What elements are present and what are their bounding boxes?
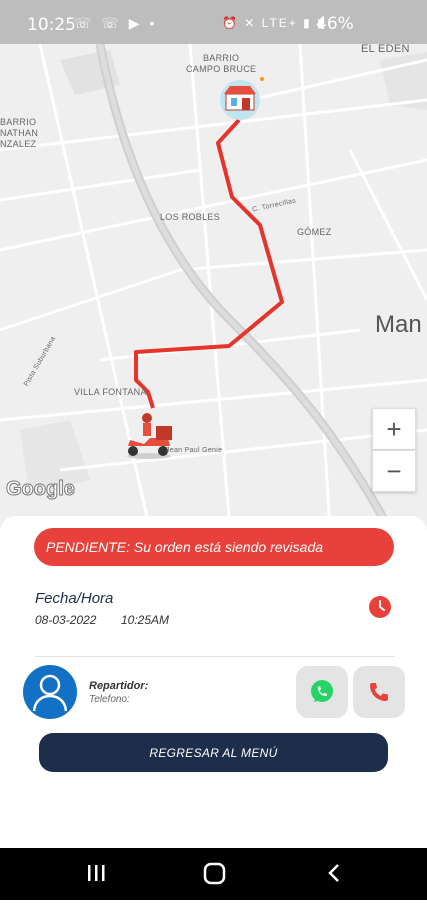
map-streets [0, 44, 427, 530]
order-date: 08-03-2022 [35, 613, 97, 627]
google-logo: Google [6, 478, 76, 501]
recent-apps-icon[interactable] [88, 865, 105, 881]
home-icon[interactable] [203, 862, 226, 885]
status-time: 10:25 [27, 15, 76, 35]
courier-phone-label: Telefono: [89, 694, 130, 705]
map-label-managua: Man [375, 311, 422, 338]
section-divider [35, 656, 395, 657]
date-time-label: Fecha/Hora [35, 590, 114, 607]
map-label-villa-fontana: VILLA FONTANA [74, 387, 147, 397]
map-label-los-robles: LOS ROBLES [160, 212, 221, 222]
battery-level: 46% [316, 14, 354, 34]
signal-icons: ⏰ ✕ LTE+ ▮ ▮ [222, 16, 326, 30]
back-icon[interactable] [328, 864, 339, 882]
map-label-gomez: GÓMEZ [297, 227, 332, 237]
zoom-in-button[interactable]: + [372, 408, 416, 450]
courier-label: Repartidor: [89, 680, 149, 692]
status-bar: 10:25 ☏ ☏ ▶ • ⏰ ✕ LTE+ ▮ ▮ 46% [0, 0, 427, 44]
whatsapp-icon [311, 680, 333, 702]
user-icon [32, 674, 68, 712]
courier-avatar [23, 665, 77, 719]
order-status-text: PENDIENTE: Su orden está siendo revisada [46, 539, 324, 555]
delivery-map[interactable]: BARRIO CAMPO BRUCE EL EDEN BARRIO NATHAN… [0, 44, 427, 530]
order-time: 10:25AM [121, 613, 170, 627]
map-label-el-eden: EL EDEN [361, 44, 410, 55]
order-status-badge: PENDIENTE: Su orden está siendo revisada [34, 528, 394, 566]
clock-icon [369, 596, 391, 618]
system-nav-bar [0, 848, 427, 900]
zoom-out-button[interactable]: − [372, 450, 416, 492]
notification-icons: ☏ ☏ ▶ • [74, 15, 158, 31]
call-button[interactable] [353, 666, 405, 718]
phone-icon [370, 683, 388, 701]
back-to-menu-button[interactable]: REGRESAR AL MENÚ [39, 733, 388, 772]
map-label-barrio-jonathan: BARRIO NATHAN NZALEZ [0, 117, 39, 149]
whatsapp-button[interactable] [296, 666, 348, 718]
map-label-jean-paul: Jean Paul Genie [166, 447, 223, 454]
map-label-campo-bruce: BARRIO CAMPO BRUCE [186, 53, 257, 74]
